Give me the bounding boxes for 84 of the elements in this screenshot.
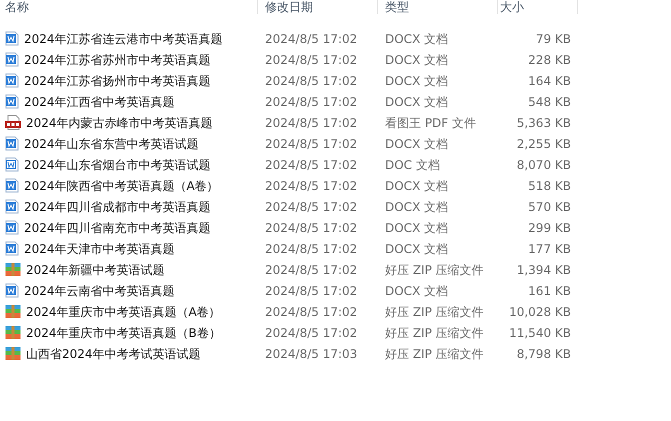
file-name[interactable]: 2024年陕西省中考英语真题（A卷） xyxy=(24,176,219,194)
file-name[interactable]: 2024年江苏省苏州市中考英语真题 xyxy=(24,50,211,68)
file-size: 11,540 KB xyxy=(509,324,571,342)
modified-date: 2024/8/5 17:02 xyxy=(265,242,358,256)
file-name[interactable]: 2024年天津市中考英语真题 xyxy=(24,240,175,258)
file-size: 518 KB xyxy=(528,178,571,194)
document-icon xyxy=(5,31,19,46)
file-name[interactable]: 2024年新疆中考英语试题 xyxy=(26,260,165,278)
file-name[interactable]: 2024年四川省成都市中考英语真题 xyxy=(24,198,211,216)
file-size: 5,363 KB xyxy=(516,114,571,132)
file-type: DOCX 文档 xyxy=(385,94,448,108)
file-size: 8,070 KB xyxy=(516,156,571,174)
file-type: DOCX 文档 xyxy=(385,74,448,88)
modified-date: 2024/8/5 17:02 xyxy=(265,136,358,150)
file-type: DOCX 文档 xyxy=(385,220,448,234)
file-type: DOCX 文档 xyxy=(385,52,448,66)
file-name[interactable]: 2024年内蒙古赤峰市中考英语真题 xyxy=(26,114,213,132)
document-icon xyxy=(5,73,19,88)
file-name[interactable]: 2024年重庆市中考英语真题（B卷） xyxy=(26,324,221,342)
file-type: DOCX 文档 xyxy=(385,242,448,256)
modified-date: 2024/8/5 17:02 xyxy=(265,52,358,66)
file-size: 177 KB xyxy=(528,240,571,258)
file-name[interactable]: 2024年四川省南充市中考英语真题 xyxy=(24,218,211,236)
document-icon xyxy=(5,94,19,109)
archive-icon xyxy=(5,304,21,319)
modified-date: 2024/8/5 17:02 xyxy=(265,74,358,88)
file-size: 1,394 KB xyxy=(516,262,571,278)
document-icon xyxy=(5,220,19,235)
modified-date: 2024/8/5 17:02 xyxy=(265,220,358,234)
file-type: 好压 ZIP 压缩文件 xyxy=(385,262,484,276)
file-size: 79 KB xyxy=(536,30,571,48)
modified-date: 2024/8/5 17:02 xyxy=(265,326,358,340)
modified-date: 2024/8/5 17:02 xyxy=(265,200,358,214)
file-type: 好压 ZIP 压缩文件 xyxy=(385,304,484,318)
file-type: DOCX 文档 xyxy=(385,200,448,214)
file-type: DOCX 文档 xyxy=(385,178,448,192)
file-size: 570 KB xyxy=(528,198,571,216)
modified-date: 2024/8/5 17:02 xyxy=(265,116,358,130)
file-name[interactable]: 2024年重庆市中考英语真题（A卷） xyxy=(26,302,221,320)
modified-date: 2024/8/5 17:02 xyxy=(265,262,358,276)
archive-icon xyxy=(5,346,21,361)
document-icon xyxy=(5,52,19,67)
file-size: 164 KB xyxy=(528,72,571,90)
pdf-file-icon xyxy=(5,115,21,130)
document-icon xyxy=(5,178,19,193)
file-type: 好压 ZIP 压缩文件 xyxy=(385,326,484,340)
file-size: 161 KB xyxy=(528,282,571,300)
archive-icon xyxy=(5,325,21,340)
document-icon xyxy=(5,283,19,298)
file-name[interactable]: 2024年山东省烟台市中考英语试题 xyxy=(24,156,211,174)
file-size: 548 KB xyxy=(528,94,571,110)
file-type: 好压 ZIP 压缩文件 xyxy=(385,346,484,360)
document-icon xyxy=(5,157,19,172)
modified-date: 2024/8/5 17:02 xyxy=(265,94,358,108)
file-size: 299 KB xyxy=(528,220,571,236)
document-icon xyxy=(5,136,19,151)
file-type: DOC 文档 xyxy=(385,158,440,172)
column-header[interactable]: 修改日期 xyxy=(258,0,378,14)
column-header[interactable]: 名称 xyxy=(0,0,258,14)
file-size: 8,798 KB xyxy=(516,346,571,362)
modified-date: 2024/8/5 17:02 xyxy=(265,178,358,192)
file-name[interactable]: 山西省2024年中考考试英语试题 xyxy=(26,344,201,362)
modified-date: 2024/8/5 17:02 xyxy=(265,304,358,318)
file-name[interactable]: 2024年江西省中考英语真题 xyxy=(24,92,175,110)
file-type: DOCX 文档 xyxy=(385,136,448,150)
archive-icon xyxy=(5,262,21,277)
column-header[interactable]: 大小 xyxy=(498,0,578,14)
file-size: 228 KB xyxy=(528,52,571,68)
file-size: 2,255 KB xyxy=(516,136,571,152)
document-icon xyxy=(5,241,19,256)
file-type: DOCX 文档 xyxy=(385,284,448,298)
file-name[interactable]: 2024年江苏省扬州市中考英语真题 xyxy=(24,72,211,90)
file-name[interactable]: 2024年山东省东营中考英语试题 xyxy=(24,134,199,152)
file-type: DOCX 文档 xyxy=(385,32,448,46)
file-name[interactable]: 2024年云南省中考英语真题 xyxy=(24,282,175,300)
modified-date: 2024/8/5 17:02 xyxy=(265,284,358,298)
file-size: 10,028 KB xyxy=(509,304,571,320)
file-type: 看图王 PDF 文件 xyxy=(385,116,476,130)
document-icon xyxy=(5,199,19,214)
file-name[interactable]: 2024年江苏省连云港市中考英语真题 xyxy=(24,30,223,48)
column-header[interactable]: 类型 xyxy=(378,0,498,14)
modified-date: 2024/8/5 17:03 xyxy=(265,346,358,360)
modified-date: 2024/8/5 17:02 xyxy=(265,32,358,46)
modified-date: 2024/8/5 17:02 xyxy=(265,158,358,172)
